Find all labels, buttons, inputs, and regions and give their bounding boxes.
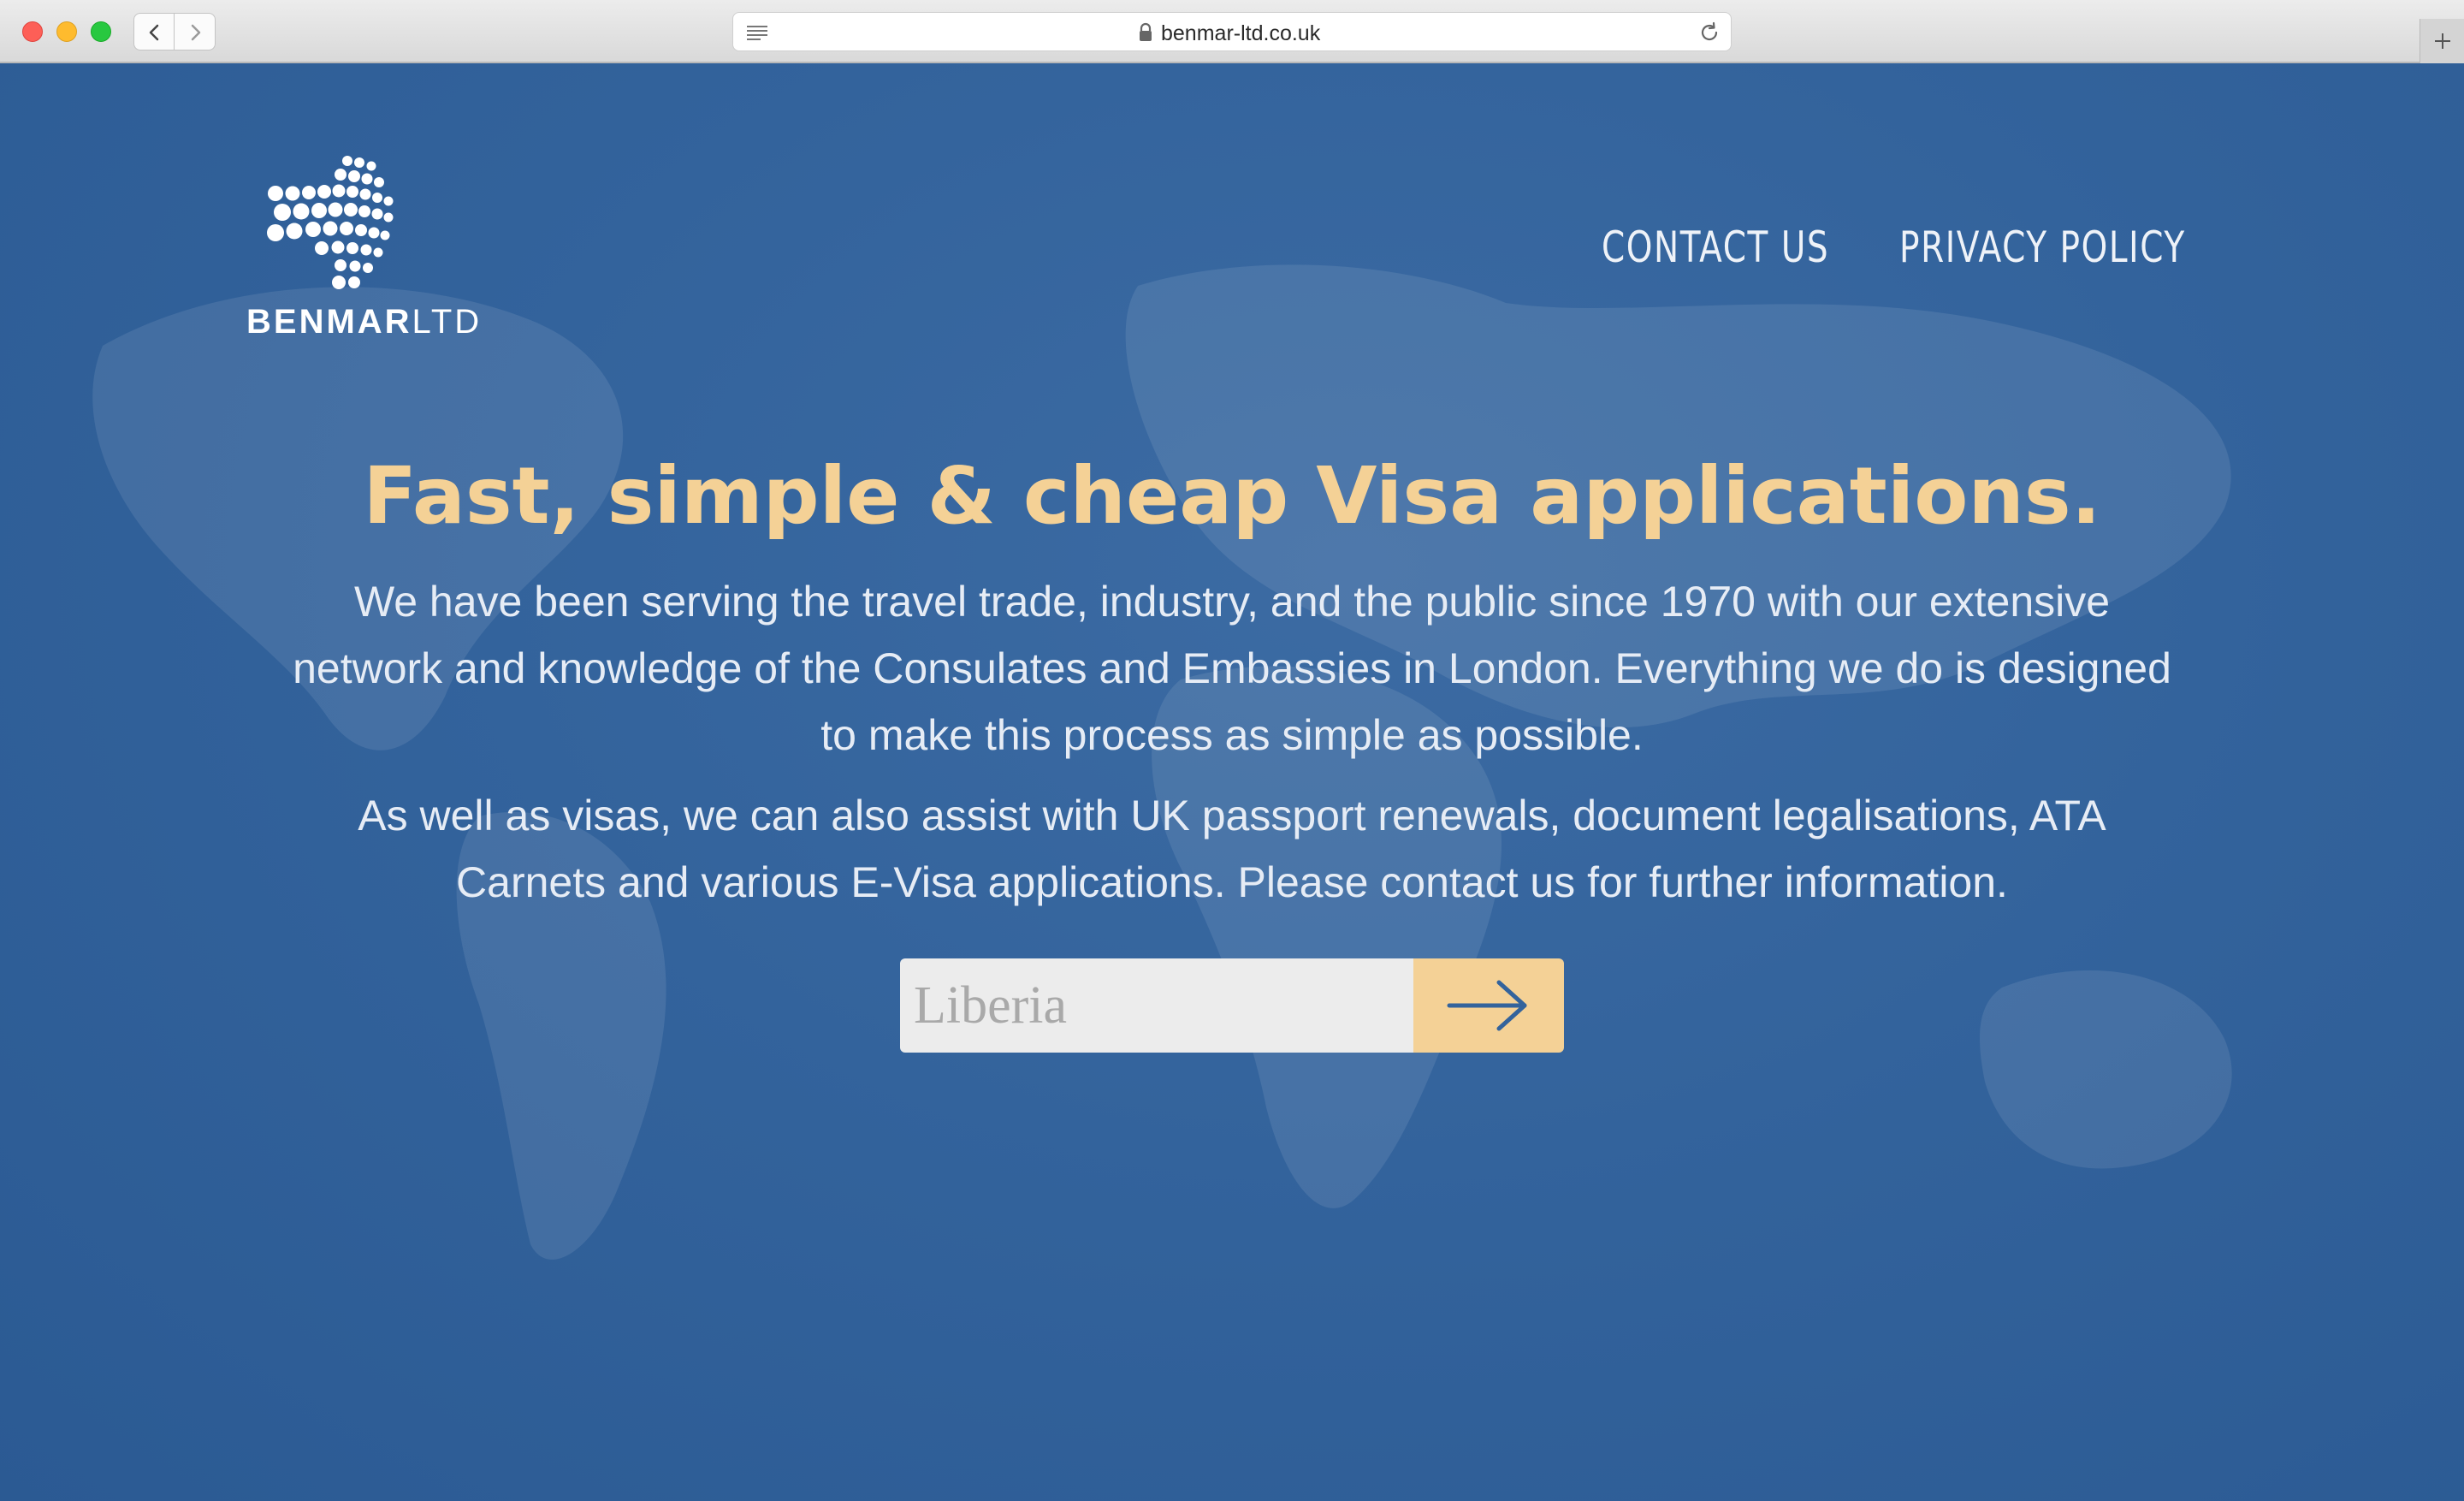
new-tab-button[interactable] bbox=[2420, 19, 2464, 63]
plus-icon bbox=[2435, 33, 2450, 49]
address-bar[interactable]: benmar-ltd.co.uk bbox=[732, 12, 1732, 51]
minimize-window-button[interactable] bbox=[56, 21, 77, 42]
arrow-right-icon bbox=[1447, 980, 1527, 1031]
close-window-button[interactable] bbox=[22, 21, 43, 42]
lock-icon bbox=[1140, 22, 1152, 41]
logo-wordmark: BENMARLTD bbox=[246, 303, 482, 341]
reload-icon[interactable] bbox=[1698, 21, 1721, 44]
benmar-logo-icon bbox=[267, 156, 394, 289]
logo-brand-light: LTD bbox=[412, 303, 483, 341]
logo-brand-bold: BENMAR bbox=[246, 303, 412, 341]
intro-paragraph: We have been serving the travel trade, i… bbox=[293, 578, 2171, 759]
country-search-form bbox=[900, 958, 1564, 1053]
back-button[interactable] bbox=[133, 13, 175, 50]
url-text: benmar-ltd.co.uk bbox=[1161, 21, 1321, 45]
hero-section: BENMARLTD CONTACT US PRIVACY POLICY Fast… bbox=[0, 63, 2464, 1501]
chevron-left-icon bbox=[149, 24, 159, 41]
chevron-right-icon bbox=[191, 24, 201, 41]
page-headline: Fast, simple & cheap Visa applications. bbox=[363, 450, 2101, 542]
nav-contact-us-link[interactable]: CONTACT US bbox=[1602, 222, 1829, 272]
services-paragraph: As well as visas, we can also assist wit… bbox=[358, 792, 2106, 906]
nav-privacy-policy-link[interactable]: PRIVACY POLICY bbox=[1899, 222, 2186, 272]
browser-toolbar: benmar-ltd.co.uk bbox=[0, 0, 2464, 63]
search-submit-button[interactable] bbox=[1413, 958, 1564, 1053]
reader-icon[interactable] bbox=[745, 24, 769, 41]
zoom-window-button[interactable] bbox=[91, 21, 111, 42]
forward-button[interactable] bbox=[175, 13, 216, 50]
country-search-input[interactable] bbox=[900, 958, 1413, 1053]
